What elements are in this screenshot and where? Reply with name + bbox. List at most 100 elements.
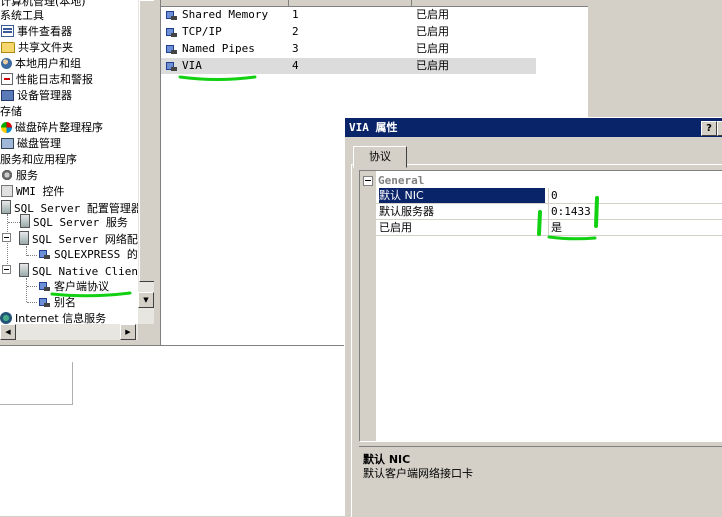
protocol-order: 2: [292, 25, 299, 38]
properties-dialog[interactable]: VIA 属性 ? × 协议 General 默认 NIC 0 默认服务器 0:1…: [344, 117, 722, 517]
tree-item-label: Internet 信息服务: [15, 312, 107, 324]
tree-item-label: 服务和应用程序: [0, 153, 77, 166]
tree-item-event-viewer[interactable]: 事件查看器: [1, 24, 72, 40]
collapse-icon[interactable]: [2, 233, 11, 242]
annotation-underline: [50, 291, 132, 298]
list-row[interactable]: TCP/IP 2 已启用: [161, 24, 536, 40]
tree-vertical-scrollbar[interactable]: ▼: [138, 0, 155, 324]
protocol-name: TCP/IP: [182, 25, 222, 38]
protocol-name: Shared Memory: [182, 8, 269, 21]
users-icon: [1, 58, 12, 69]
protocol-icon: [38, 248, 51, 260]
iis-icon: [0, 312, 12, 324]
tree-item-storage[interactable]: 存储: [0, 104, 22, 120]
device-manager-icon: [1, 90, 14, 101]
tree-item-label: SQLEXPRESS 的协: [54, 248, 138, 261]
tree-connector: [8, 222, 20, 223]
scroll-down-icon[interactable]: ▼: [138, 292, 154, 308]
wmi-icon: [1, 185, 13, 197]
scroll-right-icon[interactable]: ▶: [120, 324, 136, 340]
tree-item-label: 服务: [16, 169, 38, 182]
tree-connector: [26, 278, 27, 302]
tree-connector: [27, 255, 37, 256]
protocol-status: 已启用: [416, 8, 449, 21]
property-name: 已启用: [379, 221, 412, 234]
property-name: 默认 NIC: [379, 188, 545, 203]
tree-item-sqlexpress-protocols[interactable]: SQLEXPRESS 的协: [38, 247, 138, 263]
tree-item-disk-management[interactable]: 磁盘管理: [1, 136, 61, 152]
dialog-titlebar[interactable]: VIA 属性 ? ×: [345, 118, 722, 137]
tree-item-services-apps[interactable]: 服务和应用程序: [0, 152, 77, 168]
protocol-status: 已启用: [416, 59, 449, 72]
category-label: General: [378, 174, 425, 187]
tree-item-label: SQL Server 网络配: [32, 233, 138, 246]
tree-item-label: 性能日志和警报: [16, 73, 93, 86]
tree-item-system-tools[interactable]: 系统工具: [0, 8, 44, 24]
protocol-status: 已启用: [416, 42, 449, 55]
console-tree[interactable]: 计算机管理(本地) 系统工具 事件查看器 共享文件夹 本地用户和组 性能日志和警…: [0, 0, 138, 324]
shared-folder-icon: [1, 42, 15, 53]
tree-item-iis[interactable]: Internet 信息服务: [0, 311, 106, 324]
protocol-order: 4: [292, 59, 299, 72]
annotation-marks: [537, 196, 599, 241]
tree-item-sql-network-config[interactable]: SQL Server 网络配: [2, 231, 138, 247]
tree-item-perf-logs[interactable]: 性能日志和警报: [1, 72, 93, 88]
list-row[interactable]: Named Pipes 3 已启用: [161, 41, 536, 57]
column-header-order[interactable]: [289, 0, 412, 7]
property-name: 默认服务器: [379, 205, 434, 218]
sql-server-icon: [1, 200, 11, 214]
tree-item-device-manager[interactable]: 设备管理器: [1, 88, 72, 104]
close-button[interactable]: ×: [717, 121, 722, 136]
tree-item-label: 共享文件夹: [18, 41, 73, 54]
dialog-title: VIA 属性: [349, 121, 398, 134]
tree-item-label: SQL Server 服务: [33, 216, 128, 229]
tab-protocol[interactable]: 协议: [353, 146, 407, 168]
tree-item-sql-server-services[interactable]: SQL Server 服务: [20, 214, 128, 230]
help-button[interactable]: ?: [701, 121, 717, 136]
tree-horizontal-scrollbar[interactable]: ◀ ▶: [0, 324, 138, 340]
tree-item-label: 事件查看器: [17, 25, 72, 38]
protocol-status: 已启用: [416, 25, 449, 38]
tree-item-label: WMI 控件: [16, 185, 65, 198]
protocol-order: 3: [292, 42, 299, 55]
description-panel: 默认 NIC 默认客户端网络接口卡: [359, 446, 722, 517]
protocol-icon: [165, 60, 178, 72]
tree-item-label: 存储: [0, 105, 22, 118]
defrag-icon: [1, 122, 12, 133]
services-icon: [1, 169, 13, 181]
category-row-general[interactable]: General: [360, 173, 722, 188]
tree-item-sql-native-client[interactable]: SQL Native Client: [2, 263, 138, 279]
grid-gutter: [360, 171, 376, 441]
native-client-icon: [19, 263, 29, 277]
scroll-left-icon[interactable]: ◀: [0, 324, 16, 340]
scroll-thumb[interactable]: [139, 0, 155, 282]
tree-item-wmi[interactable]: WMI 控件: [1, 184, 65, 200]
network-config-icon: [19, 231, 29, 245]
tree-item-label: 磁盘管理: [17, 137, 61, 150]
tree-connector: [27, 286, 37, 287]
tree-item-label: SQL Native Client: [32, 265, 138, 278]
column-header-status[interactable]: [412, 0, 589, 7]
tree-item-label: 系统工具: [0, 9, 44, 22]
performance-icon: [1, 73, 13, 85]
protocol-order: 1: [292, 8, 299, 21]
protocol-icon: [165, 9, 178, 21]
tree-connector: [27, 302, 37, 303]
tree-item-shared-folders[interactable]: 共享文件夹: [1, 40, 73, 56]
collapse-icon[interactable]: [2, 265, 11, 274]
tree-item-defrag[interactable]: 磁盘碎片整理程序: [1, 120, 103, 136]
tree-item-label: 磁盘碎片整理程序: [15, 121, 103, 134]
annotation-underline: [178, 75, 257, 81]
protocol-icon: [165, 43, 178, 55]
list-row[interactable]: Shared Memory 1 已启用: [161, 7, 536, 23]
tree-item-local-users[interactable]: 本地用户和组: [1, 56, 81, 72]
column-header-name[interactable]: [161, 0, 289, 7]
tree-item-label: 设备管理器: [17, 89, 72, 102]
tree-item-services[interactable]: 服务: [1, 168, 38, 184]
tree-item-label: 本地用户和组: [15, 57, 81, 70]
protocol-name: Named Pipes: [182, 42, 255, 55]
event-viewer-icon: [1, 25, 14, 37]
sql-services-icon: [20, 214, 30, 228]
description-text: 默认客户端网络接口卡: [363, 467, 473, 480]
collapse-icon[interactable]: [363, 176, 373, 186]
